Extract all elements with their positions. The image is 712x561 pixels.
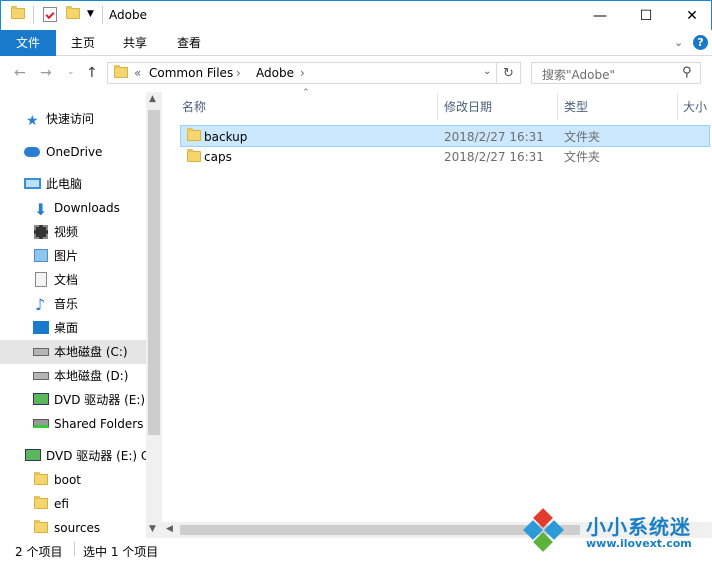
document-icon <box>35 272 47 287</box>
tab-file[interactable]: 文件 <box>0 30 56 56</box>
column-header-modified[interactable]: 修改日期 <box>444 94 492 120</box>
computer-icon <box>24 178 41 189</box>
dvd-icon <box>33 393 49 405</box>
file-modified: 2018/2/27 16:31 <box>444 130 544 144</box>
folder-icon <box>34 520 48 533</box>
address-bar[interactable]: « Common Files › Adobe › ⌄ <box>107 62 497 84</box>
close-button[interactable]: ✕ <box>669 1 712 30</box>
dvd-icon <box>25 449 41 461</box>
file-type: 文件夹 <box>564 130 601 144</box>
divider <box>74 542 75 556</box>
folder-icon <box>11 6 25 19</box>
nav-item-onedrive[interactable]: OneDrive <box>0 140 146 164</box>
chevron-down-icon[interactable]: ⌄ <box>674 36 683 49</box>
scroll-up-icon[interactable]: ▲ <box>149 94 156 104</box>
watermark-text: 小小系统迷 <box>586 515 691 539</box>
breadcrumb-overflow[interactable]: « <box>134 66 141 80</box>
music-icon: ♪ <box>35 295 46 314</box>
item-count: 2 个项目 <box>15 545 63 559</box>
breadcrumb-separator[interactable]: › <box>300 66 305 80</box>
address-dropdown-icon[interactable]: ⌄ <box>483 66 491 77</box>
folder-icon <box>114 65 128 78</box>
nav-item-videos[interactable]: 视频 <box>0 220 146 244</box>
refresh-button[interactable]: ↻ <box>497 62 521 84</box>
column-header-size[interactable]: 大小 <box>683 94 707 120</box>
file-name: caps <box>204 150 232 164</box>
column-divider[interactable] <box>557 94 558 120</box>
download-icon: ⬇ <box>34 200 48 219</box>
star-icon: ★ <box>26 113 39 129</box>
refresh-icon: ↻ <box>503 65 514 81</box>
ribbon-tabs: 文件 主页 共享 查看 ⌄ ? <box>0 30 712 56</box>
tab-share[interactable]: 共享 <box>114 30 156 56</box>
nav-item-shared-folders[interactable]: Shared Folders <box>0 412 146 436</box>
selection-count: 选中 1 个项目 <box>83 545 159 559</box>
file-type: 文件夹 <box>564 150 601 164</box>
customize-toolbar-icon[interactable]: ▼ <box>87 9 94 19</box>
nav-item-boot[interactable]: boot <box>0 468 146 492</box>
breadcrumb-common-files[interactable]: Common Files <box>149 66 233 80</box>
file-row-caps[interactable]: caps 2018/2/27 16:31 文件夹 <box>180 146 710 168</box>
nav-item-efi[interactable]: efi <box>0 492 146 516</box>
minimize-button[interactable]: — <box>577 1 623 30</box>
folder-icon <box>34 496 48 509</box>
file-name: backup <box>204 130 248 144</box>
column-header-name[interactable]: 名称 <box>182 94 206 120</box>
folder-icon <box>187 128 201 141</box>
column-header-type[interactable]: 类型 <box>564 94 588 120</box>
nav-item-downloads[interactable]: ⬇ Downloads <box>0 196 146 220</box>
forward-arrow-icon[interactable]: → <box>40 65 52 81</box>
help-button[interactable]: ? <box>693 35 708 50</box>
file-row-backup[interactable]: backup 2018/2/27 16:31 文件夹 <box>180 125 710 147</box>
tab-view[interactable]: 查看 <box>168 30 210 56</box>
column-divider[interactable] <box>677 94 678 120</box>
nav-item-quick-access[interactable]: ★ 快速访问 <box>0 107 146 131</box>
back-arrow-icon[interactable]: ← <box>14 65 26 81</box>
cloud-icon <box>24 147 40 157</box>
nav-item-music[interactable]: ♪ 音乐 <box>0 292 146 316</box>
nav-item-dvd-e[interactable]: DVD 驱动器 (E:) <box>0 388 146 412</box>
search-icon[interactable]: ⚲ <box>682 65 692 80</box>
drive-icon <box>33 372 49 380</box>
recent-locations-icon[interactable]: ⌄ <box>67 67 75 77</box>
picture-icon <box>34 249 48 262</box>
file-modified: 2018/2/27 16:31 <box>444 150 544 164</box>
properties-icon[interactable] <box>43 7 57 22</box>
folder-icon <box>187 149 201 162</box>
scroll-left-icon[interactable]: ◀ <box>166 524 173 534</box>
video-icon <box>34 225 48 239</box>
maximize-button[interactable]: ☐ <box>623 1 669 30</box>
tab-home[interactable]: 主页 <box>62 30 104 56</box>
nav-item-this-pc[interactable]: 此电脑 <box>0 172 146 196</box>
window-title: Adobe <box>109 8 147 22</box>
scroll-down-icon[interactable]: ▼ <box>149 524 156 534</box>
divider <box>102 6 103 24</box>
nav-item-drive-c[interactable]: 本地磁盘 (C:) <box>0 340 146 364</box>
drive-icon <box>33 348 49 356</box>
watermark-url: www.ilovext.com <box>586 537 692 550</box>
nav-item-dvd-e-root[interactable]: DVD 驱动器 (E:) C <box>0 444 146 468</box>
sort-indicator-icon: ⌃ <box>302 88 310 98</box>
up-arrow-icon[interactable]: ↑ <box>86 65 98 81</box>
desktop-icon <box>33 321 49 334</box>
nav-item-documents[interactable]: 文档 <box>0 268 146 292</box>
nav-item-pictures[interactable]: 图片 <box>0 244 146 268</box>
breadcrumb-separator[interactable]: › <box>236 66 241 80</box>
nav-scrollbar-thumb[interactable] <box>148 110 160 435</box>
breadcrumb-adobe[interactable]: Adobe <box>256 66 294 80</box>
divider <box>33 6 34 24</box>
navigation-pane: ★ 快速访问 OneDrive 此电脑 ⬇ Downloads 视频 图片 文档… <box>0 92 162 538</box>
nav-item-desktop[interactable]: 桌面 <box>0 316 146 340</box>
search-input[interactable]: 搜索"Adobe" <box>542 66 615 83</box>
title-bar: ▼ Adobe — ☐ ✕ <box>0 0 712 30</box>
nav-item-drive-d[interactable]: 本地磁盘 (D:) <box>0 364 146 388</box>
folder-icon <box>34 472 48 485</box>
search-box[interactable]: 搜索"Adobe" ⚲ <box>531 62 701 84</box>
watermark-logo: 小小系统迷 www.ilovext.com <box>520 505 712 561</box>
nav-item-sources[interactable]: sources <box>0 516 146 540</box>
new-folder-icon[interactable] <box>66 6 80 19</box>
network-drive-icon <box>33 419 49 428</box>
column-divider[interactable] <box>437 94 438 120</box>
